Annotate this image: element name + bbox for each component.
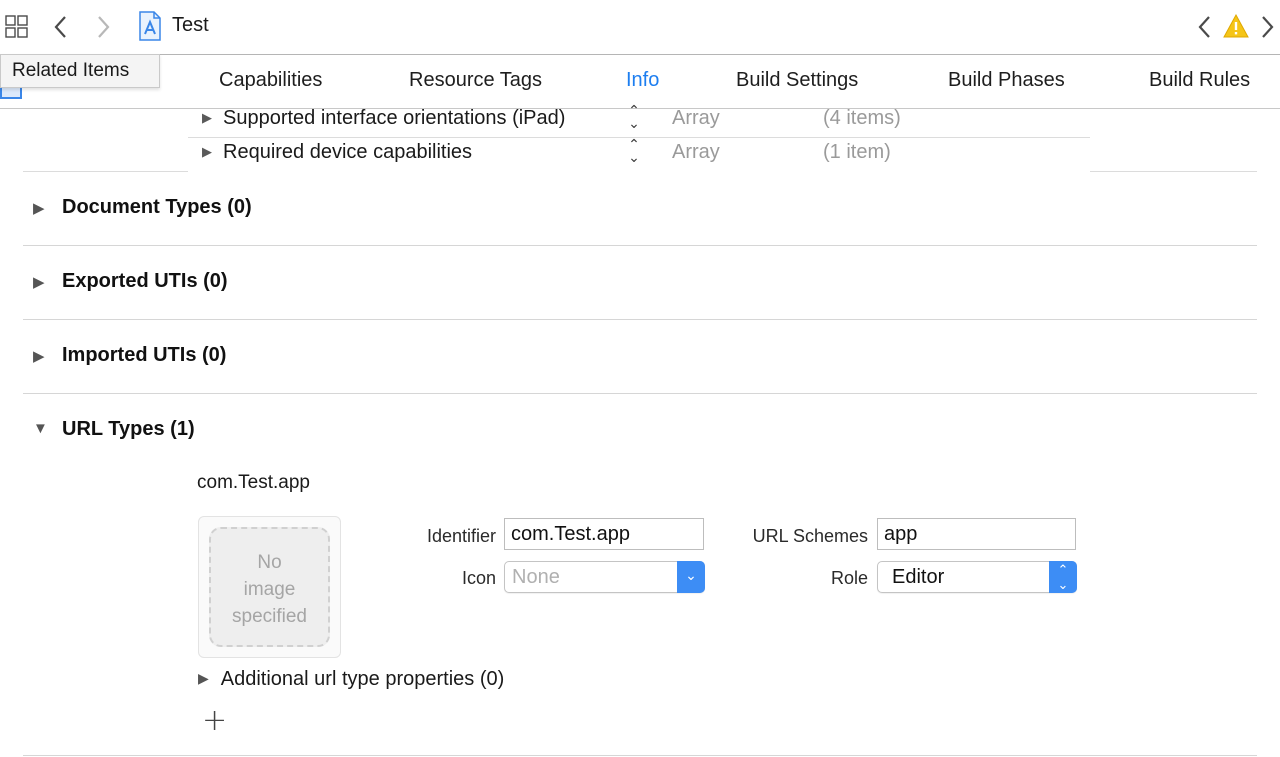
section-title: Document Types (0)	[62, 196, 252, 218]
plus-icon[interactable]: +	[202, 706, 227, 736]
section-title: Exported UTIs (0)	[62, 270, 228, 292]
file-title[interactable]: Test	[172, 14, 209, 37]
disclosure-triangle-expanded-icon[interactable]: ▼	[33, 420, 48, 437]
chevron-right-icon	[1262, 16, 1274, 38]
section-title: URL Types (1)	[62, 418, 195, 440]
identifier-label: Identifier	[426, 526, 496, 546]
forward-button[interactable]	[92, 13, 114, 41]
plist-type: Array	[672, 141, 720, 163]
tab-capabilities[interactable]: Capabilities	[219, 69, 322, 92]
disclosure-triangle-icon[interactable]: ▶	[202, 110, 212, 126]
back-button[interactable]	[50, 13, 72, 41]
role-popup-value: Editor	[892, 566, 945, 588]
tab-info[interactable]: Info	[626, 69, 659, 92]
chevron-down-icon[interactable]: ⌄	[677, 561, 705, 593]
project-file-icon	[138, 11, 162, 41]
plist-row[interactable]: ▶ Required device capabilities ⌃ ⌄ Array …	[188, 137, 1090, 171]
chevron-left-icon	[1198, 16, 1210, 38]
issue-forward-button[interactable]	[1256, 13, 1278, 41]
placeholder-text: No	[257, 552, 282, 573]
additional-properties-row[interactable]: ▶ Additional url type properties (0)	[198, 668, 504, 691]
url-schemes-field[interactable]: app	[877, 518, 1076, 550]
plist-key: Required device capabilities	[223, 141, 473, 163]
plist-key: Supported interface orientations (iPad)	[223, 107, 566, 129]
issue-back-button[interactable]	[1194, 13, 1216, 41]
icon-label: Icon	[461, 568, 496, 588]
section-url-types[interactable]: ▼ URL Types (1)	[23, 394, 1257, 468]
type-stepper-icon[interactable]: ⌃ ⌄	[624, 138, 644, 169]
chevron-left-icon	[54, 16, 66, 38]
tab-build-rules[interactable]: Build Rules	[1149, 69, 1250, 92]
tab-build-settings[interactable]: Build Settings	[736, 69, 858, 92]
plist-value: (1 item)	[823, 141, 891, 163]
url-type-image-well[interactable]: No image specified	[198, 516, 341, 658]
type-stepper-icon[interactable]: ⌃ ⌄	[624, 104, 644, 135]
url-schemes-label: URL Schemes	[752, 526, 868, 546]
image-placeholder: No image specified	[209, 527, 330, 647]
tab-build-phases[interactable]: Build Phases	[948, 69, 1065, 92]
url-type-name: com.Test.app	[197, 472, 310, 493]
icon-popup[interactable]: None ⌄	[504, 561, 705, 593]
additional-properties-label: Additional url type properties (0)	[220, 668, 505, 690]
section-document-types[interactable]: ▶ Document Types (0)	[23, 172, 1257, 246]
role-label: Role	[830, 568, 868, 588]
disclosure-triangle-icon[interactable]: ▶	[33, 273, 45, 291]
disclosure-triangle-icon[interactable]: ▶	[198, 670, 209, 686]
up-down-chevron-icon[interactable]: ⌃ ⌄	[1049, 561, 1077, 593]
role-popup[interactable]: Editor ⌃ ⌄	[877, 561, 1077, 593]
chevron-right-icon	[98, 16, 110, 38]
placeholder-text: image	[243, 579, 296, 600]
section-exported-utis[interactable]: ▶ Exported UTIs (0)	[23, 246, 1257, 320]
plist-value: (4 items)	[823, 107, 901, 129]
disclosure-triangle-icon[interactable]: ▶	[33, 199, 45, 217]
toolbar: Test	[0, 0, 1280, 55]
related-items-tooltip: Related Items	[0, 54, 160, 88]
disclosure-triangle-icon[interactable]: ▶	[202, 144, 212, 160]
tab-resource-tags[interactable]: Resource Tags	[409, 69, 542, 92]
grid-icon[interactable]	[4, 14, 30, 40]
section-divider	[23, 755, 1257, 756]
identifier-field[interactable]: com.Test.app	[504, 518, 704, 550]
disclosure-triangle-icon[interactable]: ▶	[33, 347, 45, 365]
icon-popup-value: None	[512, 566, 560, 588]
plist-type: Array	[672, 107, 720, 129]
warning-triangle-icon[interactable]	[1223, 13, 1249, 38]
section-title: Imported UTIs (0)	[62, 344, 227, 366]
plist-row[interactable]: ▶ Supported interface orientations (iPad…	[188, 103, 1090, 137]
editor-tab-bar: Capabilities Resource Tags Info Build Se…	[0, 55, 1280, 109]
section-imported-utis[interactable]: ▶ Imported UTIs (0)	[23, 320, 1257, 394]
placeholder-text: specified	[232, 606, 307, 627]
